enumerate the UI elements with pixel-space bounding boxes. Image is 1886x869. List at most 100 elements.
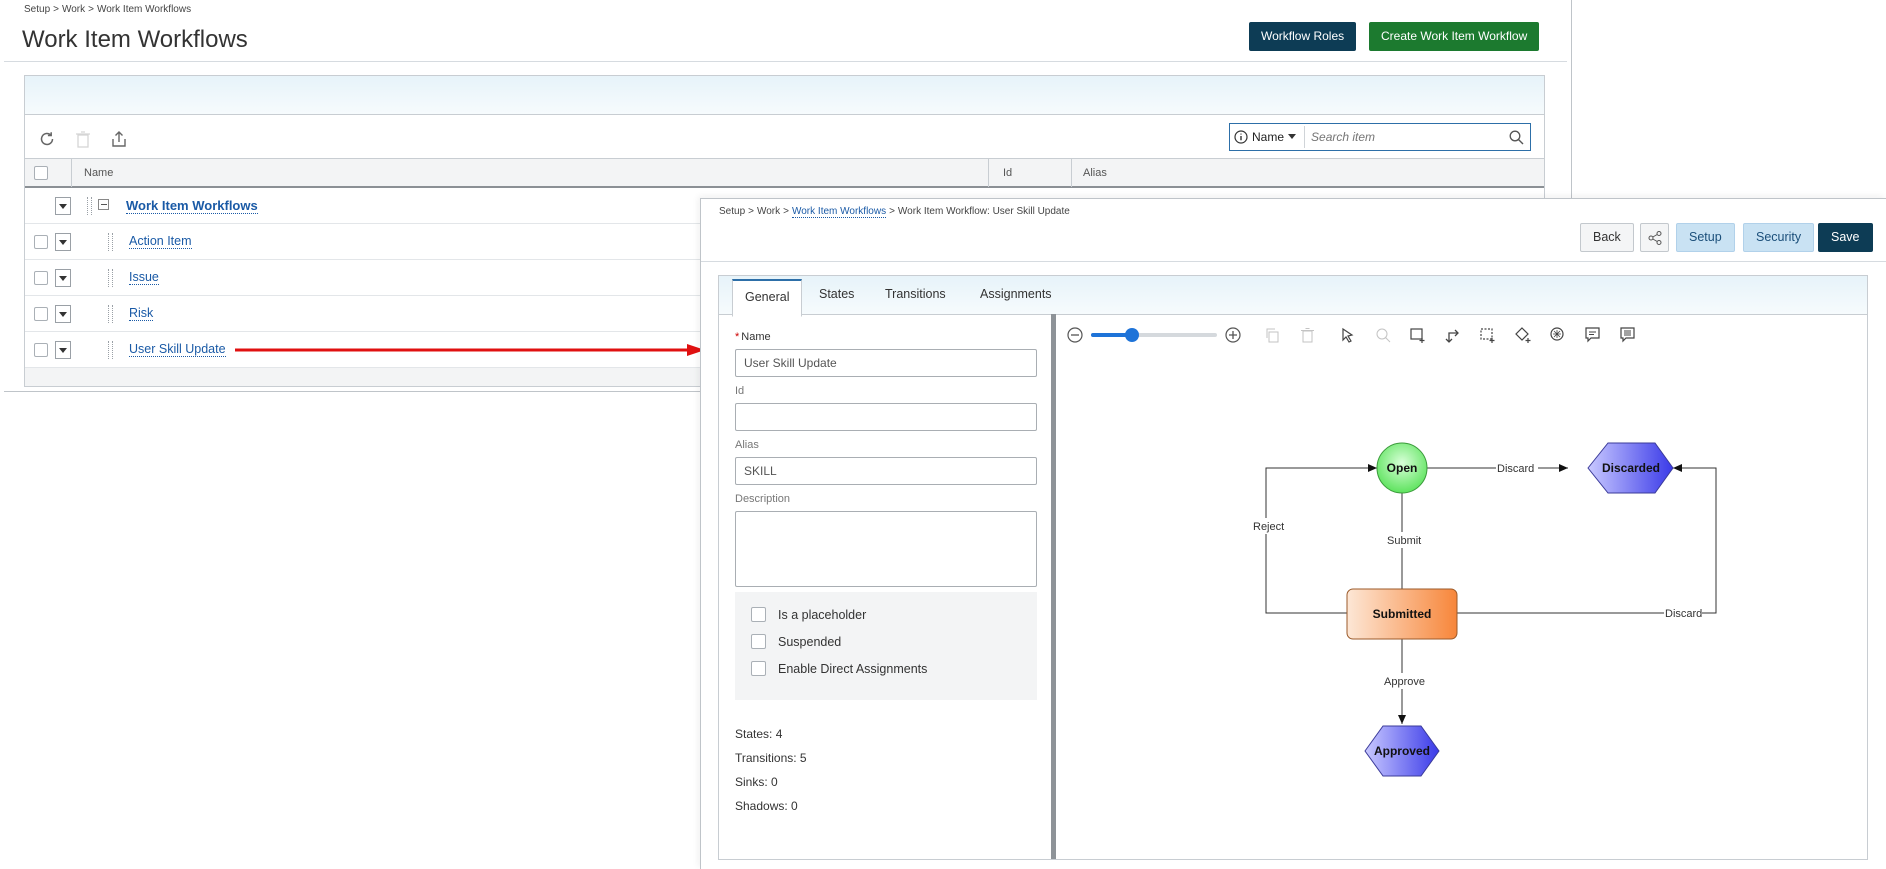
suspended-option[interactable]: Suspended: [751, 634, 841, 649]
row-menu-dropdown[interactable]: [55, 233, 71, 251]
row-checkbox[interactable]: [34, 235, 48, 249]
name-field[interactable]: User Skill Update: [735, 349, 1037, 377]
grid-header-band: [25, 76, 1544, 115]
column-id[interactable]: Id: [1003, 167, 1012, 179]
id-label: Id: [735, 385, 745, 397]
breadcrumb-current: Work Item Workflows: [96, 4, 192, 15]
export-icon[interactable]: [108, 128, 130, 150]
workflow-link[interactable]: Issue: [129, 270, 159, 285]
collapse-icon[interactable]: [98, 199, 109, 210]
direct-assignments-option[interactable]: Enable Direct Assignments: [751, 661, 927, 676]
tab-assignments[interactable]: Assignments: [968, 276, 1064, 312]
column-divider: [71, 159, 72, 187]
alias-label: Alias: [735, 439, 759, 451]
state-discarded-label: Discarded: [1602, 461, 1660, 475]
info-icon: [1234, 130, 1248, 144]
edge-submitted-discarded[interactable]: [1457, 464, 1717, 614]
row-menu-dropdown[interactable]: [55, 269, 71, 287]
breadcrumb-current: Work Item Workflow: User Skill Update: [897, 206, 1070, 217]
breadcrumb-workflows-link[interactable]: Work Item Workflows: [791, 206, 887, 218]
detail-breadcrumb: Setup > Work > Work Item Workflows > Work Item…: [719, 206, 1070, 218]
drag-handle-icon[interactable]: [108, 233, 113, 251]
edge-label-discard: Discard: [1497, 463, 1534, 475]
row-menu-dropdown[interactable]: [55, 341, 71, 359]
workflow-roles-button[interactable]: Workflow Roles: [1249, 22, 1357, 51]
column-name[interactable]: Name: [84, 167, 113, 179]
security-button[interactable]: Security: [1743, 223, 1815, 252]
breadcrumb: Setup > Work > Work Item Workflows: [24, 4, 192, 15]
drag-handle-icon[interactable]: [108, 305, 113, 323]
breadcrumb-setup[interactable]: Setup: [719, 206, 745, 217]
id-field[interactable]: [735, 403, 1037, 431]
search-input[interactable]: [1304, 126, 1504, 148]
suspended-checkbox[interactable]: [751, 634, 766, 649]
direct-assignments-checkbox[interactable]: [751, 661, 766, 676]
stat-sinks: Sinks: 0: [735, 775, 778, 789]
row-menu-dropdown[interactable]: [55, 305, 71, 323]
breadcrumb-work[interactable]: Work: [62, 4, 85, 15]
save-button[interactable]: Save: [1818, 223, 1873, 252]
tab-states[interactable]: States: [807, 276, 866, 312]
state-submitted-label: Submitted: [1373, 607, 1432, 621]
row-menu-dropdown[interactable]: [55, 197, 71, 215]
row-checkbox[interactable]: [34, 343, 48, 357]
tab-transitions[interactable]: Transitions: [873, 276, 958, 312]
placeholder-checkbox[interactable]: [751, 607, 766, 622]
header-divider: [4, 61, 1567, 62]
tab-bar: General States Transitions Assignments: [719, 276, 1867, 317]
workflow-link[interactable]: Risk: [129, 306, 154, 321]
caret-down-icon: [1288, 134, 1297, 139]
drag-handle-icon[interactable]: [108, 341, 113, 359]
column-header-row: Name Id Alias: [25, 158, 1544, 188]
workflow-detail-window: Setup > Work > Work Item Workflows > Work Item…: [700, 198, 1886, 869]
edge-label-reject: Reject: [1253, 521, 1284, 533]
search-field-label: Name: [1252, 130, 1285, 144]
search-field-selector[interactable]: Name: [1234, 130, 1297, 144]
suspended-label: Suspended: [778, 634, 842, 649]
search-bar: Name: [1229, 123, 1531, 151]
search-icon[interactable]: [1509, 130, 1524, 145]
drag-handle-icon[interactable]: [108, 269, 113, 287]
edge-label-submit: Submit: [1387, 535, 1421, 547]
refresh-icon[interactable]: [36, 128, 58, 150]
setup-button[interactable]: Setup: [1676, 223, 1735, 252]
breadcrumb-work[interactable]: Work: [757, 206, 780, 217]
edge-label-approve: Approve: [1384, 676, 1425, 688]
group-link[interactable]: Work Item Workflows: [126, 198, 258, 214]
state-submitted[interactable]: Submitted: [1346, 588, 1458, 640]
state-approved-label: Approved: [1374, 744, 1430, 758]
tab-general[interactable]: General: [732, 279, 803, 317]
create-workflow-button[interactable]: Create Work Item Workflow: [1369, 22, 1540, 51]
column-alias[interactable]: Alias: [1083, 167, 1107, 179]
stat-transitions: Transitions: 5: [735, 751, 807, 765]
workflow-link[interactable]: User Skill Update: [129, 342, 226, 357]
row-checkbox[interactable]: [34, 271, 48, 285]
options-box: Is a placeholder Suspended Enable Direct…: [735, 592, 1037, 700]
placeholder-label: Is a placeholder: [778, 607, 867, 622]
page-title: Work Item Workflows: [22, 26, 248, 53]
select-all-checkbox[interactable]: [34, 166, 48, 180]
placeholder-option[interactable]: Is a placeholder: [751, 607, 866, 622]
workflow-link[interactable]: Action Item: [129, 234, 192, 249]
state-approved[interactable]: Approved: [1364, 725, 1440, 777]
state-open-label: Open: [1387, 461, 1418, 475]
stat-states: States: 4: [735, 727, 783, 741]
state-open[interactable]: Open: [1376, 442, 1428, 494]
drag-handle-icon[interactable]: [87, 197, 92, 215]
breadcrumb-setup[interactable]: Setup: [24, 4, 50, 15]
description-field[interactable]: [735, 511, 1037, 587]
state-discarded[interactable]: Discarded: [1587, 442, 1674, 494]
share-button[interactable]: [1640, 223, 1669, 252]
stat-shadows: Shadows: 0: [735, 799, 798, 813]
description-label: Description: [735, 493, 791, 505]
column-divider: [1071, 159, 1072, 187]
share-icon: [1648, 230, 1661, 245]
row-checkbox[interactable]: [34, 307, 48, 321]
workflow-diagram: Discard Submit Reject Discard Approve Op…: [1252, 442, 1717, 777]
alias-field[interactable]: SKILL: [735, 457, 1037, 485]
delete-icon[interactable]: [72, 128, 94, 150]
back-button[interactable]: Back: [1580, 223, 1634, 252]
name-label: Name: [735, 331, 770, 343]
direct-assignments-label: Enable Direct Assignments: [778, 661, 928, 676]
editor-panel: General States Transitions Assignments N…: [718, 275, 1868, 860]
